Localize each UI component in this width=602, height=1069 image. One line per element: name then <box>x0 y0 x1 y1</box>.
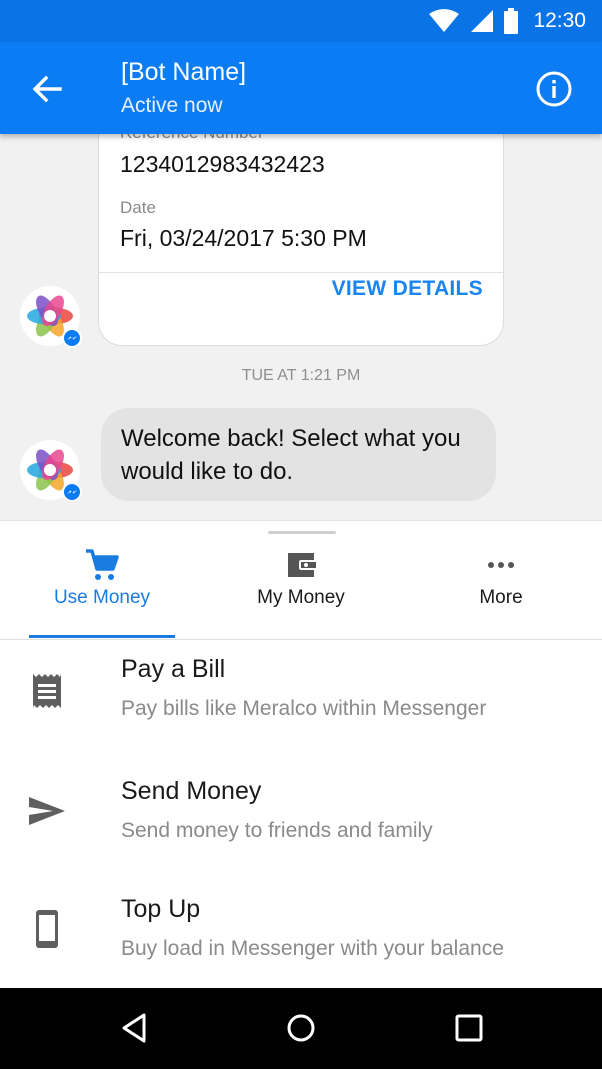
menu-item-title: Pay a Bill <box>121 655 226 683</box>
tab-label: More <box>479 587 523 608</box>
drag-handle[interactable] <box>268 531 336 534</box>
tab-label: My Money <box>257 587 345 608</box>
messenger-badge-icon <box>62 328 82 348</box>
wifi-icon <box>429 9 460 32</box>
receipt-card: Reference Number 1234012983432423 Date F… <box>98 134 504 346</box>
phone-icon <box>36 910 58 948</box>
status-bar: 12:30 <box>0 0 602 42</box>
message-timestamp: TUE AT 1:21 PM <box>241 367 361 384</box>
payments-panel: Use Money My Money More Pay a Bill Pay b… <box>0 520 602 988</box>
recents-square-icon[interactable] <box>451 1010 487 1046</box>
cellular-signal-icon <box>471 10 494 32</box>
reference-number-label: Reference Number <box>120 134 264 143</box>
menu-item-subtitle: Pay bills like Meralco within Messenger <box>121 697 487 720</box>
receipt-icon <box>33 674 61 708</box>
message-bubble: Welcome back! Select what you would like… <box>101 408 496 501</box>
menu-item-title: Send Money <box>121 777 262 805</box>
back-triangle-icon[interactable] <box>116 1010 152 1046</box>
info-icon[interactable] <box>535 70 573 108</box>
bot-name-title: [Bot Name] <box>121 58 247 86</box>
chat-thread[interactable]: Reference Number 1234012983432423 Date F… <box>0 134 602 520</box>
send-icon <box>29 797 65 825</box>
reference-number-value: 1234012983432423 <box>120 151 325 177</box>
cart-icon <box>86 549 119 580</box>
battery-icon <box>504 8 519 34</box>
tab-my-money[interactable]: My Money <box>201 543 401 617</box>
menu-item-pay-a-bill[interactable]: Pay a Bill Pay bills like Meralco within… <box>0 633 602 751</box>
status-time: 12:30 <box>533 9 586 32</box>
panel-tabs: Use Money My Money More <box>0 543 602 640</box>
app-bar: [Bot Name] Active now <box>0 42 602 134</box>
menu-item-subtitle: Send money to friends and family <box>121 819 433 842</box>
tab-label: Use Money <box>53 587 151 608</box>
menu-item-title: Top Up <box>121 895 201 923</box>
tab-use-money[interactable]: Use Money <box>2 543 202 617</box>
home-circle-icon[interactable] <box>283 1010 319 1046</box>
view-details-button[interactable]: VIEW DETAILS <box>332 277 483 301</box>
bot-avatar[interactable] <box>20 440 82 502</box>
date-label: Date <box>120 198 156 217</box>
bot-avatar[interactable] <box>20 286 82 348</box>
active-status: Active now <box>121 94 223 117</box>
menu-item-top-up[interactable]: Top Up Buy load in Messenger with your b… <box>0 873 602 991</box>
back-arrow-icon[interactable] <box>30 72 64 106</box>
more-icon <box>488 562 514 568</box>
card-divider <box>99 272 503 273</box>
messenger-badge-icon <box>62 482 82 502</box>
system-nav-bar <box>0 988 602 1069</box>
menu-item-subtitle: Buy load in Messenger with your balance <box>121 937 504 960</box>
menu-item-send-money[interactable]: Send Money Send money to friends and fam… <box>0 755 602 873</box>
wallet-icon <box>288 553 316 577</box>
date-value: Fri, 03/24/2017 5:30 PM <box>120 225 367 251</box>
tab-more[interactable]: More <box>401 543 601 617</box>
